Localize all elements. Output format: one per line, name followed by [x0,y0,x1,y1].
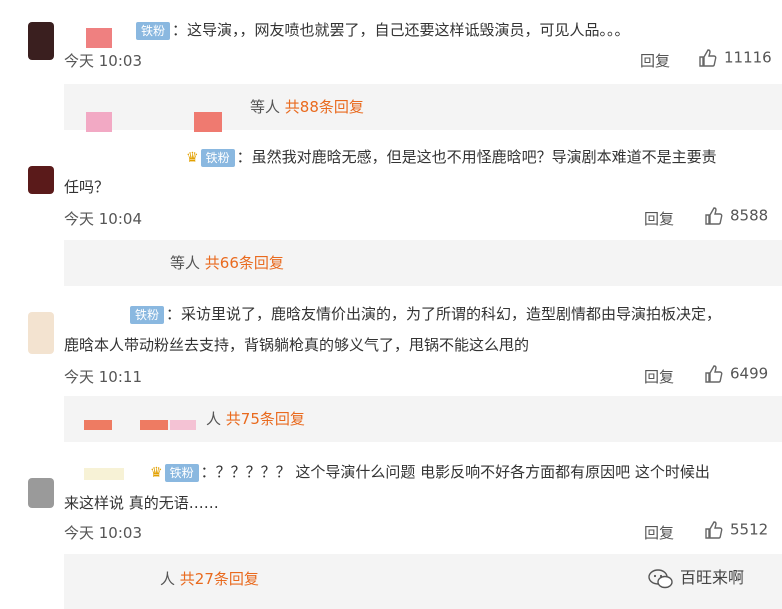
sub-name: 等人 [170,254,201,272]
comment-text-line2: 鹿晗本人带动粉丝去支持，背锅躺枪真的够义气了，甩锅不能这么甩的 [64,336,530,354]
username-blur[interactable] [84,468,124,480]
comment-text-line1: ：？？？？？ 这个导演什么问题 电影反响不好各方面都有原因吧 这个时候出 [200,463,710,481]
sub-reply-count[interactable]: 共88条回复 [285,98,364,116]
sub-name: 人 [160,570,176,588]
comment-text-line2: 任吗？ [64,178,110,196]
weibo-comments-screen: { "badge_label": "铁粉", "comments": [ { "… [0,0,782,609]
wechat-icon [648,568,673,588]
avatar[interactable] [28,22,54,60]
avatar[interactable] [28,166,54,194]
thumbs-up-icon [705,521,723,539]
sub-name: 等人 [250,98,281,116]
watermark: 百旺来啊 [648,564,744,590]
username-blur[interactable] [86,28,112,48]
crown-icon: ♛ [150,464,163,481]
comment-text-line2: 来这样说 真的无语…… [64,494,219,512]
sub-replies[interactable]: 等人 共88条回复 [64,84,782,132]
comment-time: 今天 10:04 [64,210,142,228]
thumbs-up-icon [699,49,717,67]
watermark-text: 百旺来啊 [680,568,745,587]
sub-replies[interactable]: 人 共75条回复 [64,396,782,442]
fan-badge: 铁粉 [130,305,165,324]
comment-text-line1: ：采访里说了，鹿晗友情价出演的，为了所谓的科幻，造型剧情都由导演拍板决定， [166,305,722,323]
like-count: 8588 [730,206,769,225]
comment-time: 今天 10:03 [64,524,142,542]
thumbs-up-icon [705,365,723,383]
comment-text-line1: ：虽然我对鹿晗无感，但是这也不用怪鹿晗吧？导演剧本难道不是主要责 [236,148,717,166]
reply-button[interactable]: 回复 [640,50,670,71]
like-count: 5512 [730,520,769,539]
like-button[interactable]: 6499 [704,364,768,384]
comment-time: 今天 10:03 [64,52,142,70]
avatar[interactable] [28,478,54,508]
avatar[interactable] [28,312,54,354]
sub-reply-count[interactable]: 共27条回复 [180,570,259,588]
reply-button[interactable]: 回复 [644,366,674,387]
reply-button[interactable]: 回复 [644,208,674,229]
like-count: 6499 [730,364,769,383]
comment-time: 今天 10:11 [64,368,142,386]
fan-badge: 铁粉 [136,21,171,40]
like-button[interactable]: 5512 [704,520,768,540]
sub-reply-count[interactable]: 共66条回复 [205,254,284,272]
like-button[interactable]: 11116 [698,48,772,68]
fan-badge: 铁粉 [164,463,199,482]
crown-icon: ♛ [186,149,199,166]
sub-replies[interactable]: 等人 共66条回复 [64,240,782,286]
reply-button[interactable]: 回复 [644,522,674,543]
thumbs-up-icon [705,207,723,225]
fan-badge: 铁粉 [200,148,235,167]
like-button[interactable]: 8588 [704,206,768,226]
comment-text: ：这导演，，网友喷也就罢了，自己还要这样诋毁演员，可见人品。。。 [172,21,630,39]
sub-name: 人 [206,410,222,428]
sub-reply-count[interactable]: 共75条回复 [226,410,305,428]
like-count: 11116 [724,48,772,67]
